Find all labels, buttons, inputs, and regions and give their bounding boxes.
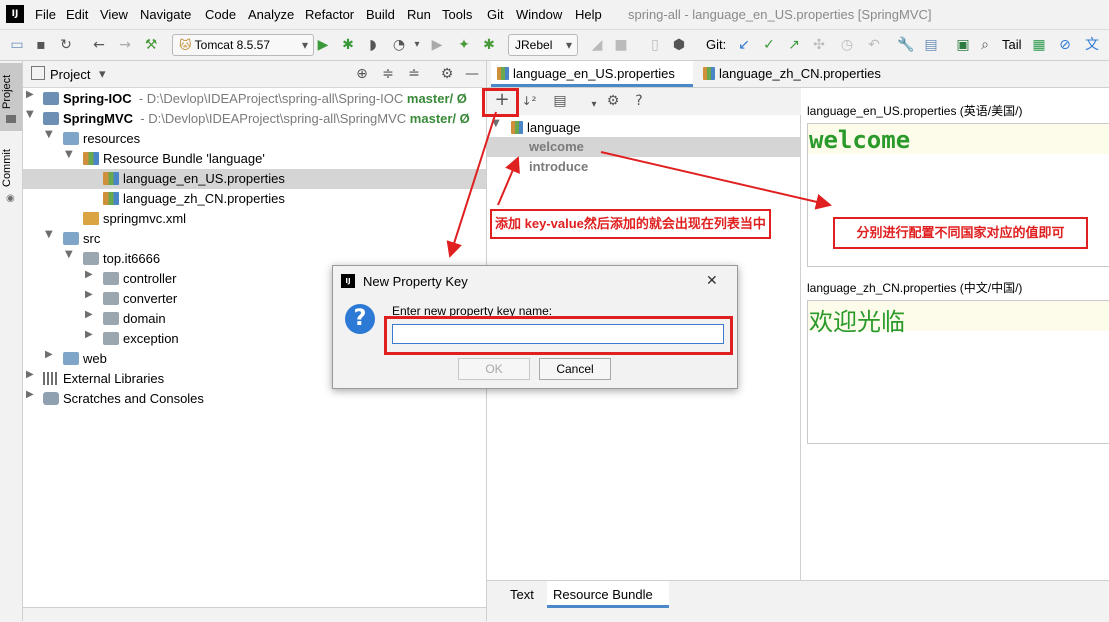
arrow-to-key-list [497, 156, 520, 206]
arrow-to-dialog [446, 111, 497, 258]
arrow-to-values [600, 151, 832, 210]
annotation-arrows [446, 111, 832, 258]
status-strip [23, 607, 486, 622]
